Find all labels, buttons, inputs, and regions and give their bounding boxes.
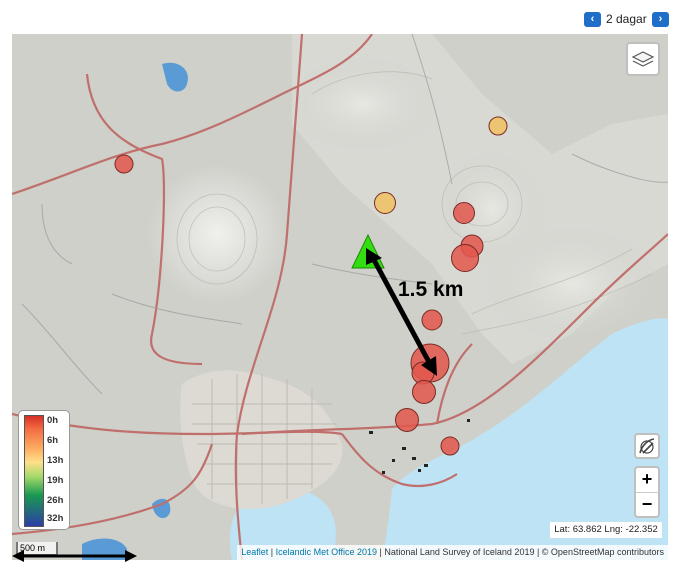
layers-button[interactable]: [626, 42, 660, 76]
distance-label: 1.5 km: [398, 278, 464, 301]
map-basemap: [12, 34, 668, 560]
map-view[interactable]: 1.5 km + − 0h 6h 13h 19h 26h 32h Lat: 63…: [12, 34, 668, 560]
legend-label: 13h: [47, 455, 64, 466]
map-attribution: Leaflet | Icelandic Met Office 2019 | Na…: [237, 545, 668, 560]
hill-thorbjorn: [147, 164, 287, 304]
attribution-text: | National Land Survey of Iceland 2019 |…: [377, 547, 664, 557]
earthquake-marker[interactable]: [374, 192, 396, 214]
next-period-button[interactable]: ›: [652, 12, 669, 27]
legend-label: 32h: [47, 513, 64, 524]
earthquake-marker[interactable]: [395, 408, 419, 432]
leaflet-link[interactable]: Leaflet: [241, 547, 268, 557]
zoom-out-button[interactable]: −: [636, 493, 658, 517]
legend-label: 19h: [47, 475, 64, 486]
layers-icon: [631, 51, 655, 67]
draw-tool-button[interactable]: [634, 433, 660, 459]
previous-period-button[interactable]: ‹: [584, 12, 601, 27]
earthquake-marker[interactable]: [488, 116, 508, 136]
time-legend: 0h 6h 13h 19h 26h 32h: [18, 410, 70, 530]
zoom-control: + −: [634, 466, 660, 518]
earthquake-marker[interactable]: [440, 436, 460, 456]
attribution-separator: |: [268, 547, 276, 557]
earthquake-marker[interactable]: [421, 309, 443, 331]
top-bar: ‹ 2 dagar ›: [0, 0, 680, 34]
earthquake-marker[interactable]: [114, 154, 134, 174]
legend-color-bar: [24, 415, 44, 527]
earthquake-marker[interactable]: [453, 202, 475, 224]
draw-tool-icon: [639, 438, 655, 454]
earthquake-marker[interactable]: [412, 380, 436, 404]
legend-label: 0h: [47, 415, 59, 426]
legend-label: 6h: [47, 435, 59, 446]
cursor-coordinates: Lat: 63.862 Lng: -22.352: [550, 522, 662, 538]
legend-label: 26h: [47, 495, 64, 506]
imo-link[interactable]: Icelandic Met Office 2019: [276, 547, 377, 557]
period-label: 2 dagar: [606, 12, 647, 26]
earthquake-marker[interactable]: [451, 244, 479, 272]
scale-arrow: [12, 550, 137, 562]
zoom-in-button[interactable]: +: [636, 468, 658, 493]
